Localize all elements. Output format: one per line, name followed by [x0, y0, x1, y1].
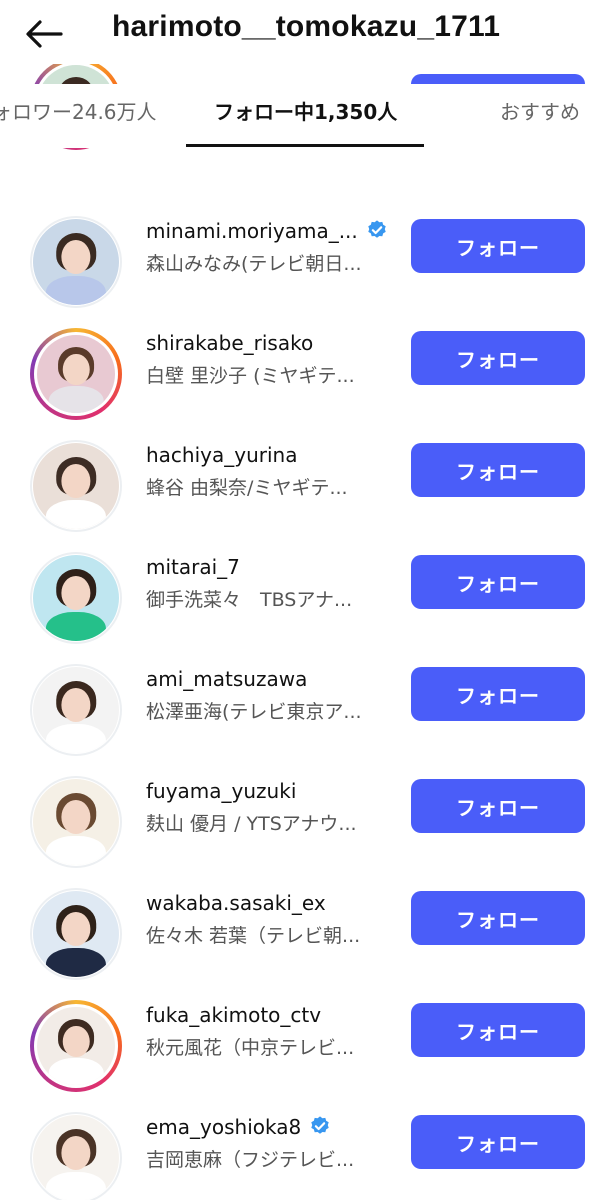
follow-button[interactable]: フォロー	[411, 443, 585, 497]
photo-body	[45, 499, 107, 529]
avatar[interactable]	[30, 1000, 122, 1092]
avatar[interactable]	[30, 1112, 122, 1200]
profile-photo	[33, 779, 119, 865]
follow-button[interactable]: フォロー	[411, 1115, 585, 1169]
photo-body	[45, 1171, 107, 1200]
list-item[interactable]: fuka_akimoto_ctv 秋元風花（中京テレビ... フォロー	[0, 985, 610, 1097]
profile-photo	[33, 443, 119, 529]
photo-body	[45, 611, 107, 641]
page-title: harimoto__tomokazu_1711	[112, 10, 501, 43]
profile-photo	[37, 335, 115, 413]
tab-following[interactable]: フォロー中1,350人	[214, 96, 397, 125]
photo-body	[45, 947, 107, 977]
top-bar: harimoto__tomokazu_1711	[0, 0, 610, 64]
follow-button[interactable]: フォロー	[411, 331, 585, 385]
list-item[interactable]: fuyama_yuzuki 麸山 優月 / YTSアナウ... フォロー	[0, 761, 610, 873]
username[interactable]: ami_matsuzawa	[146, 667, 307, 691]
avatar[interactable]	[30, 776, 122, 868]
photo-body	[48, 386, 104, 413]
username-text: ema_yoshioka8	[146, 1115, 302, 1139]
list-item[interactable]: ami_matsuzawa 松澤亜海(テレビ東京ア... フォロー	[0, 649, 610, 761]
tab-suggested[interactable]: おすすめ	[500, 96, 580, 125]
username-text: shirakabe_risako	[146, 331, 314, 355]
username-text: minami.moriyama_...	[146, 219, 358, 243]
photo-face	[62, 353, 90, 385]
display-name: 白壁 里沙子 (ミヤギテ...	[146, 365, 355, 387]
profile-photo	[37, 1007, 115, 1085]
profile-photo	[33, 219, 119, 305]
avatar[interactable]	[30, 552, 122, 644]
username[interactable]: mitarai_7	[146, 555, 240, 579]
avatar-frame	[34, 332, 118, 416]
username[interactable]: fuka_akimoto_ctv	[146, 1003, 321, 1027]
profile-photo	[33, 891, 119, 977]
follow-button[interactable]: フォロー	[411, 779, 585, 833]
active-tab-indicator	[186, 144, 424, 147]
username-text: ami_matsuzawa	[146, 667, 308, 691]
display-name: 吉岡恵麻（フジテレビ...	[146, 1149, 355, 1171]
display-name: 秋元風花（中京テレビ...	[146, 1037, 355, 1059]
list-item[interactable]: hachiya_yurina 蜂谷 由梨奈/ミヤギテ... フォロー	[0, 425, 610, 537]
list-item[interactable]: mitarai_7 御手洗菜々 TBSアナ... フォロー	[0, 537, 610, 649]
back-button[interactable]	[22, 12, 66, 56]
display-name: 麸山 優月 / YTSアナウ...	[146, 813, 357, 835]
display-name: 佐々木 若葉（テレビ朝...	[146, 925, 361, 947]
profile-photo	[33, 555, 119, 641]
photo-body	[45, 723, 107, 753]
tab-followers[interactable]: ォロワー24.6万人	[0, 96, 157, 125]
avatar[interactable]	[30, 888, 122, 980]
username[interactable]: fuyama_yuzuki	[146, 779, 296, 803]
avatar[interactable]	[30, 216, 122, 308]
username-text: wakaba.sasaki_ex	[146, 891, 326, 915]
display-name: 御手洗菜々 TBSアナ...	[146, 589, 353, 611]
photo-body	[48, 1058, 104, 1085]
follow-button[interactable]: フォロー	[411, 667, 585, 721]
tab-bar: ォロワー24.6万人 フォロー中1,350人 おすすめ	[0, 84, 610, 148]
avatar-frame	[32, 1114, 120, 1200]
follow-button[interactable]: フォロー	[411, 1003, 585, 1057]
username-text: fuka_akimoto_ctv	[146, 1003, 322, 1027]
avatar-frame	[34, 1004, 118, 1088]
verified-badge-icon	[368, 220, 386, 238]
follow-button[interactable]: フォロー	[411, 555, 585, 609]
avatar-frame	[32, 218, 120, 306]
app-screen: 内田有香(khbアナウン...フォローminami.moriyama_...森山…	[0, 0, 610, 1200]
profile-photo	[33, 1115, 119, 1200]
username-text: mitarai_7	[146, 555, 240, 579]
avatar-frame	[32, 442, 120, 530]
list-item[interactable]: minami.moriyama_... 森山みなみ(テレビ朝日... フォロー	[0, 201, 610, 313]
avatar-frame	[32, 666, 120, 754]
username[interactable]: ema_yoshioka8	[146, 1115, 331, 1139]
verified-badge-icon	[311, 1116, 329, 1134]
avatar-frame	[32, 554, 120, 642]
photo-body	[45, 835, 107, 865]
display-name: 森山みなみ(テレビ朝日...	[146, 253, 362, 275]
avatar-frame	[32, 778, 120, 866]
follow-button[interactable]: フォロー	[411, 219, 585, 273]
list-item[interactable]: shirakabe_risako 白壁 里沙子 (ミヤギテ... フォロー	[0, 313, 610, 425]
list-item[interactable]: ema_yoshioka8 吉岡恵麻（フジテレビ... フォロー	[0, 1097, 610, 1200]
display-name: 蜂谷 由梨奈/ミヤギテ...	[146, 477, 348, 499]
avatar[interactable]	[30, 664, 122, 756]
following-list: 内田有香(khbアナウン...フォローminami.moriyama_...森山…	[0, 0, 610, 1200]
profile-photo	[33, 667, 119, 753]
username[interactable]: shirakabe_risako	[146, 331, 313, 355]
avatar[interactable]	[30, 440, 122, 532]
username[interactable]: hachiya_yurina	[146, 443, 297, 467]
avatar-frame	[32, 890, 120, 978]
username-text: hachiya_yurina	[146, 443, 298, 467]
photo-body	[45, 275, 107, 305]
avatar[interactable]	[30, 328, 122, 420]
list-item[interactable]: wakaba.sasaki_ex 佐々木 若葉（テレビ朝... フォロー	[0, 873, 610, 985]
display-name: 松澤亜海(テレビ東京ア...	[146, 701, 362, 723]
follow-button[interactable]: フォロー	[411, 891, 585, 945]
arrow-left-icon	[26, 20, 63, 48]
username-text: fuyama_yuzuki	[146, 779, 297, 803]
username[interactable]: wakaba.sasaki_ex	[146, 891, 326, 915]
username[interactable]: minami.moriyama_...	[146, 219, 388, 243]
photo-face	[62, 1025, 90, 1057]
